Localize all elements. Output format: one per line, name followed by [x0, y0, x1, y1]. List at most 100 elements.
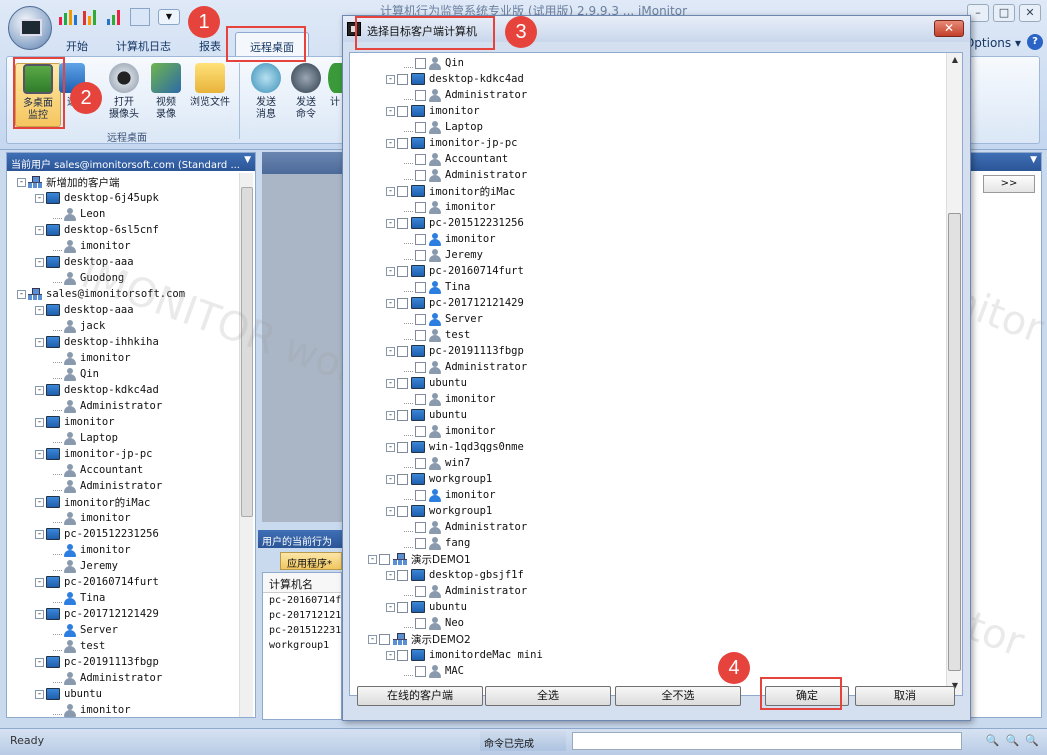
checkbox[interactable] [397, 569, 408, 581]
tree-item-computer[interactable]: - imonitor-jp-pc [368, 135, 543, 151]
scroll-up-icon[interactable]: ▲ [949, 55, 961, 67]
collapse-toggle[interactable]: - [35, 257, 44, 267]
send-command-button[interactable]: 发送 命令 [283, 63, 329, 121]
browse-files-button[interactable]: 浏览文件 [185, 63, 235, 109]
tree-item-computer[interactable]: - pc-20160714furt [368, 263, 543, 279]
collapse-toggle[interactable]: - [35, 417, 44, 427]
collapse-toggle[interactable]: - [35, 529, 44, 539]
collapse-toggle[interactable]: - [386, 506, 395, 516]
online-clients-button[interactable]: 在线的客户端 [357, 686, 483, 706]
checkbox[interactable] [397, 217, 408, 229]
chart-icon[interactable] [58, 8, 78, 26]
tree-item-user[interactable]: jack [17, 318, 255, 334]
checkbox[interactable] [415, 233, 426, 245]
dropdown-arrow-icon[interactable]: ▼ [1030, 155, 1037, 165]
tree-item-computer[interactable]: - pc-20160714furt [17, 574, 255, 590]
collapse-toggle[interactable]: - [35, 193, 44, 203]
tree-item-user[interactable]: Server [368, 311, 543, 327]
collapse-toggle[interactable]: - [386, 218, 395, 228]
tree-item-computer[interactable]: - workgroup1 [368, 471, 543, 487]
tree-item-user[interactable]: Guodong [17, 270, 255, 286]
tree-item-user[interactable]: imonitor [368, 423, 543, 439]
checkbox[interactable] [415, 585, 426, 597]
checkbox[interactable] [415, 393, 426, 405]
zoom-in-icon[interactable]: 🔍 [1006, 734, 1020, 747]
collapse-toggle[interactable]: - [35, 689, 44, 699]
tree-item-computer[interactable]: - desktop-6sl5cnf [17, 222, 255, 238]
checkbox[interactable] [397, 345, 408, 357]
tree-item-group[interactable]: - sales@imonitorsoft.com [17, 286, 255, 302]
tree-item-computer[interactable]: - pc-201712121429 [368, 295, 543, 311]
tree-item-user[interactable]: imonitor [17, 350, 255, 366]
collapse-toggle[interactable]: - [17, 289, 26, 299]
tree-item-user[interactable]: Administrator [17, 670, 255, 686]
tree-item-group[interactable]: - 演示DEMO1 [368, 551, 543, 567]
tree-item-user[interactable]: Administrator [17, 398, 255, 414]
tree-item-computer[interactable]: - desktop-6j45upk [17, 190, 255, 206]
tree-item-user[interactable]: Tina [368, 279, 543, 295]
tree-item-user[interactable]: imonitor [17, 510, 255, 526]
tree-item-computer[interactable]: - pc-201512231256 [368, 215, 543, 231]
tree-item-user[interactable]: Tina [17, 590, 255, 606]
checkbox[interactable] [397, 505, 408, 517]
tree-item-user[interactable]: imonitor [368, 391, 543, 407]
tree-item-computer[interactable]: - pc-20191113fbgp [368, 343, 543, 359]
checkbox[interactable] [415, 489, 426, 501]
tree-scrollbar[interactable] [239, 173, 253, 717]
collapse-toggle[interactable]: - [386, 474, 395, 484]
checkbox[interactable] [397, 137, 408, 149]
checkbox[interactable] [397, 601, 408, 613]
video-record-button[interactable]: 视频 录像 [143, 63, 189, 121]
tree-item-computer[interactable]: - win-1qd3qgs0nme [368, 439, 543, 455]
tree-item-computer[interactable]: - desktop-kdkc4ad [368, 71, 543, 87]
collapse-toggle[interactable]: - [368, 554, 377, 564]
tree-item-computer[interactable]: - pc-201512231256 [17, 526, 255, 542]
dialog-scrollbar[interactable]: ▲ ▼ [946, 53, 962, 695]
checkbox[interactable] [415, 537, 426, 549]
tree-item-user[interactable]: test [368, 327, 543, 343]
maximize-button[interactable]: □ [993, 4, 1015, 22]
tree-item-user[interactable]: MAC [368, 663, 543, 679]
tree-item-user[interactable]: Administrator [17, 478, 255, 494]
cancel-button[interactable]: 取消 [855, 686, 955, 706]
collapse-toggle[interactable]: - [386, 410, 395, 420]
checkbox[interactable] [397, 473, 408, 485]
checkbox[interactable] [415, 617, 426, 629]
checkbox[interactable] [415, 153, 426, 165]
tree-item-computer[interactable]: - ubuntu [368, 407, 543, 423]
collapse-toggle[interactable]: - [386, 106, 395, 116]
checkbox[interactable] [415, 121, 426, 133]
tree-item-computer[interactable]: - workgroup1 [368, 503, 543, 519]
options-menu[interactable]: Options ▾ [965, 36, 1021, 50]
collapse-toggle[interactable]: - [35, 609, 44, 619]
tree-item-user[interactable]: win7 [368, 455, 543, 471]
table-row[interactable]: pc-20160714f [263, 593, 341, 608]
collapse-toggle[interactable]: - [35, 497, 44, 507]
tree-item-computer[interactable]: - desktop-gbsjf1f [368, 567, 543, 583]
collapse-toggle[interactable]: - [368, 634, 377, 644]
stats-icon[interactable] [106, 8, 126, 26]
collapse-toggle[interactable]: - [386, 298, 395, 308]
tree-item-computer[interactable]: - ubuntu [368, 375, 543, 391]
dropdown-arrow-icon[interactable]: ▼ [244, 155, 251, 165]
tree-item-computer[interactable]: - imonitor [368, 103, 543, 119]
checkbox[interactable] [397, 185, 408, 197]
checkbox[interactable] [397, 73, 408, 85]
tree-item-user[interactable]: imonitor [368, 231, 543, 247]
tree-item-user[interactable]: fang [368, 535, 543, 551]
tree-item-user[interactable]: imonitor [17, 238, 255, 254]
collapse-toggle[interactable]: - [35, 657, 44, 667]
checkbox[interactable] [397, 409, 408, 421]
bar-chart-icon[interactable] [82, 8, 102, 26]
tree-item-computer[interactable]: - ubuntu [17, 686, 255, 702]
tree-item-group[interactable]: - 演示DEMO2 [368, 631, 543, 647]
tree-item-user[interactable]: imonitor [17, 542, 255, 558]
tree-item-user[interactable]: Jeremy [17, 558, 255, 574]
checkbox[interactable] [397, 105, 408, 117]
collapse-toggle[interactable]: - [35, 305, 44, 315]
select-none-button[interactable]: 全不选 [615, 686, 741, 706]
tree-item-user[interactable]: Laptop [17, 430, 255, 446]
tree-item-user[interactable]: Qin [368, 55, 543, 71]
screen-icon[interactable] [130, 8, 150, 26]
checkbox[interactable] [415, 249, 426, 261]
